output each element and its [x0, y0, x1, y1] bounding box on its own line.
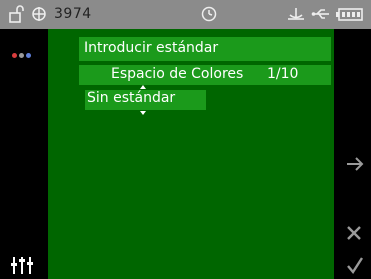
battery-icon [336, 5, 364, 27]
standard-value: Sin estándar [87, 90, 176, 106]
dots-menu-icon[interactable] [12, 43, 33, 62]
check-icon[interactable] [345, 255, 365, 279]
dot-red [12, 53, 17, 58]
left-panel [0, 29, 43, 279]
standard-selector[interactable]: Sin estándar [85, 90, 206, 110]
dot-gray [19, 53, 24, 58]
antenna-icon [286, 5, 306, 27]
caret-up-icon[interactable] [140, 85, 146, 89]
clock-icon [200, 5, 218, 27]
color-space-label: Espacio de Colores [111, 66, 244, 82]
close-icon[interactable] [346, 225, 362, 245]
right-panel [339, 29, 371, 279]
status-bar: 3974 [0, 0, 371, 29]
sliders-icon[interactable] [11, 255, 33, 279]
enter-standard-field[interactable]: Introducir estándar [79, 37, 331, 61]
globe-icon [31, 5, 47, 27]
color-space-count: 1/10 [267, 66, 299, 82]
dot-blue [26, 53, 31, 58]
arrow-right-icon[interactable] [345, 155, 365, 177]
status-value: 3974 [54, 6, 92, 22]
main-panel: Introducir estándar Espacio de Colores 1… [48, 29, 334, 279]
caret-down-icon[interactable] [140, 111, 146, 115]
color-space-field[interactable]: Espacio de Colores 1/10 [79, 65, 331, 85]
usb-icon [311, 5, 331, 27]
enter-standard-label: Introducir estándar [84, 40, 219, 56]
lock-icon [9, 5, 25, 27]
